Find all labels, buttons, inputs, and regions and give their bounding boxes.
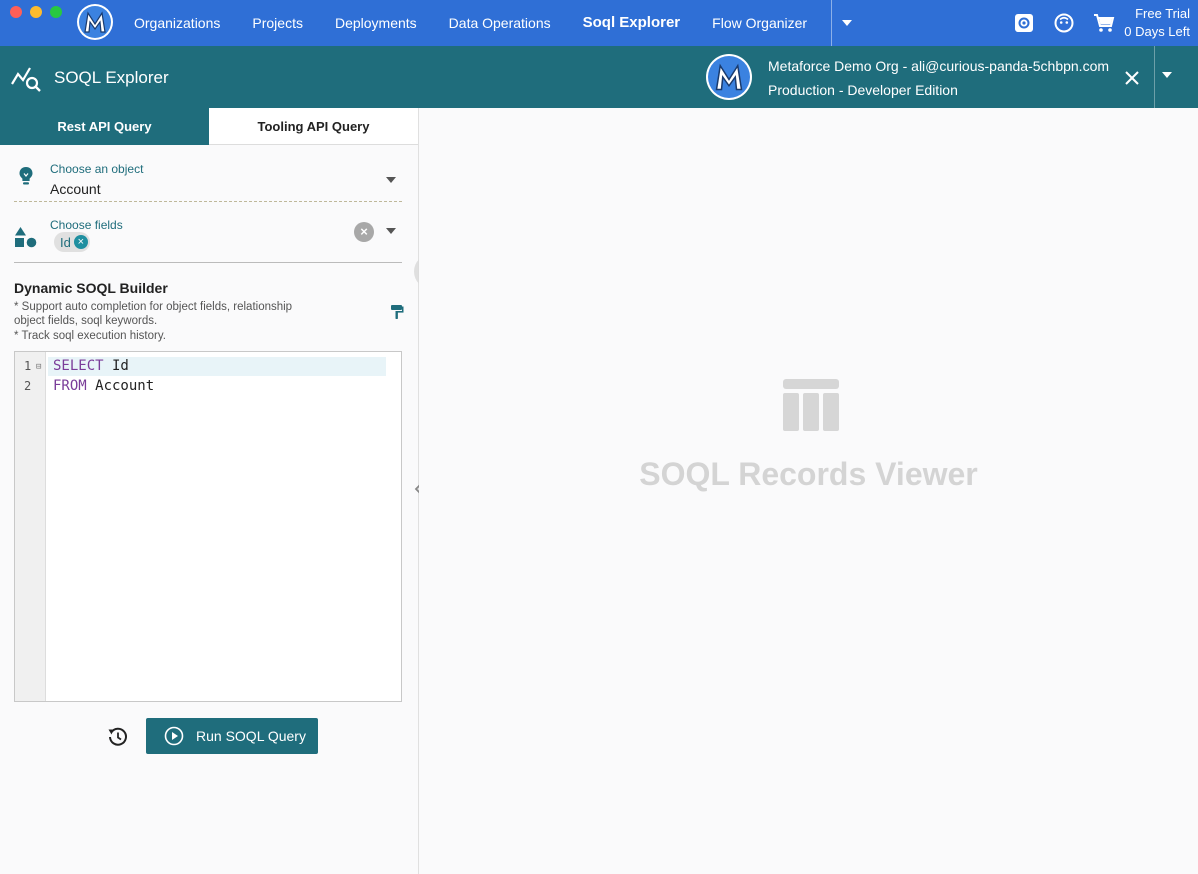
line-number: 2 (24, 379, 32, 393)
field-chip[interactable]: Id × (54, 232, 90, 252)
header-divider (1154, 46, 1155, 108)
org-type: Production - Developer Edition (768, 82, 958, 98)
soql-explorer-icon (10, 64, 42, 97)
app-logo-icon[interactable] (77, 4, 113, 40)
page-title: SOQL Explorer (54, 68, 169, 87)
play-icon (164, 726, 184, 746)
nav-item-soql-explorer[interactable]: Soql Explorer (567, 0, 697, 46)
table-icon (783, 379, 839, 436)
window-minimize-button[interactable] (30, 6, 42, 18)
query-builder-panel: Rest API Query Tooling API Query Choose … (0, 108, 418, 874)
object-select-value: Account (50, 181, 101, 197)
nav-more-dropdown[interactable] (832, 0, 862, 46)
object-select-label: Choose an object (50, 162, 144, 176)
code-keyword: SELECT (53, 358, 104, 374)
records-viewer-panel: SOQL Records Viewer (419, 108, 1198, 874)
account-icon[interactable] (1044, 0, 1084, 46)
window-close-button[interactable] (10, 6, 22, 18)
trial-status[interactable]: Free Trial 0 Days Left (1124, 5, 1198, 41)
remove-chip-icon[interactable]: × (73, 235, 88, 249)
nav-item-organizations[interactable]: Organizations (118, 0, 236, 46)
editor-gutter (15, 352, 46, 701)
close-org-icon[interactable] (1120, 66, 1144, 90)
chevron-down-icon (842, 20, 853, 26)
format-paint-icon[interactable] (390, 304, 404, 325)
viewer-placeholder-title: SOQL Records Viewer (639, 456, 978, 492)
window-controls (10, 6, 62, 18)
builder-note: object fields, soql keywords. (14, 315, 158, 327)
page-header: SOQL Explorer Metaforce Demo Org - ali@c… (0, 46, 1198, 108)
lightbulb-icon (14, 164, 38, 193)
nav-item-deployments[interactable]: Deployments (319, 0, 433, 46)
builder-note: * Support auto completion for object fie… (14, 301, 293, 313)
tab-rest-api-query[interactable]: Rest API Query (0, 108, 209, 145)
clear-fields-icon[interactable]: × (354, 222, 374, 242)
code-text: Id (103, 358, 129, 374)
fields-select[interactable]: Choose fields Id × × (14, 210, 402, 263)
run-soql-query-button[interactable]: Run SOQL Query (146, 718, 318, 754)
line-number: 1 (24, 359, 32, 373)
nav-item-data-operations[interactable]: Data Operations (433, 0, 567, 46)
code-line: SELECT Id (53, 358, 129, 374)
cart-icon[interactable] (1084, 0, 1124, 46)
nav-item-projects[interactable]: Projects (236, 0, 319, 46)
trial-label: Free Trial (1135, 6, 1190, 21)
org-switcher-dropdown[interactable] (1162, 72, 1172, 78)
fold-toggle-icon[interactable]: ⊟ (36, 362, 41, 372)
soql-editor[interactable]: 1 ⊟ 2 SELECT Id FROM Account (14, 351, 402, 702)
builder-note: * Track soql execution history. (14, 330, 166, 342)
org-avatar[interactable] (706, 54, 752, 100)
object-dropdown-arrow-icon[interactable] (386, 177, 396, 183)
run-button-label: Run SOQL Query (196, 728, 306, 744)
code-keyword: FROM (53, 378, 87, 394)
field-chip-label: Id (60, 234, 71, 250)
main-nav: Organizations Projects Deployments Data … (118, 0, 862, 46)
fields-dropdown-arrow-icon[interactable] (386, 228, 396, 234)
builder-title: Dynamic SOQL Builder (14, 280, 168, 296)
fields-select-label: Choose fields (50, 218, 123, 232)
shapes-icon (14, 226, 38, 253)
settings-icon[interactable] (1004, 0, 1044, 46)
object-select[interactable]: Choose an object Account (14, 154, 402, 202)
org-name: Metaforce Demo Org - ali@curious-panda-5… (768, 58, 1110, 74)
top-navigation-bar: Organizations Projects Deployments Data … (0, 0, 1198, 46)
api-tabs: Rest API Query Tooling API Query (0, 108, 418, 145)
nav-item-flow-organizer[interactable]: Flow Organizer (696, 0, 823, 46)
top-right-actions: Free Trial 0 Days Left (1004, 0, 1198, 46)
trial-days-left: 0 Days Left (1124, 24, 1190, 39)
code-text: Account (86, 378, 155, 394)
code-line: FROM Account (53, 378, 154, 394)
chevron-down-icon (1162, 72, 1172, 78)
tab-tooling-api-query[interactable]: Tooling API Query (209, 108, 418, 145)
window-maximize-button[interactable] (50, 6, 62, 18)
history-icon[interactable] (106, 725, 130, 749)
